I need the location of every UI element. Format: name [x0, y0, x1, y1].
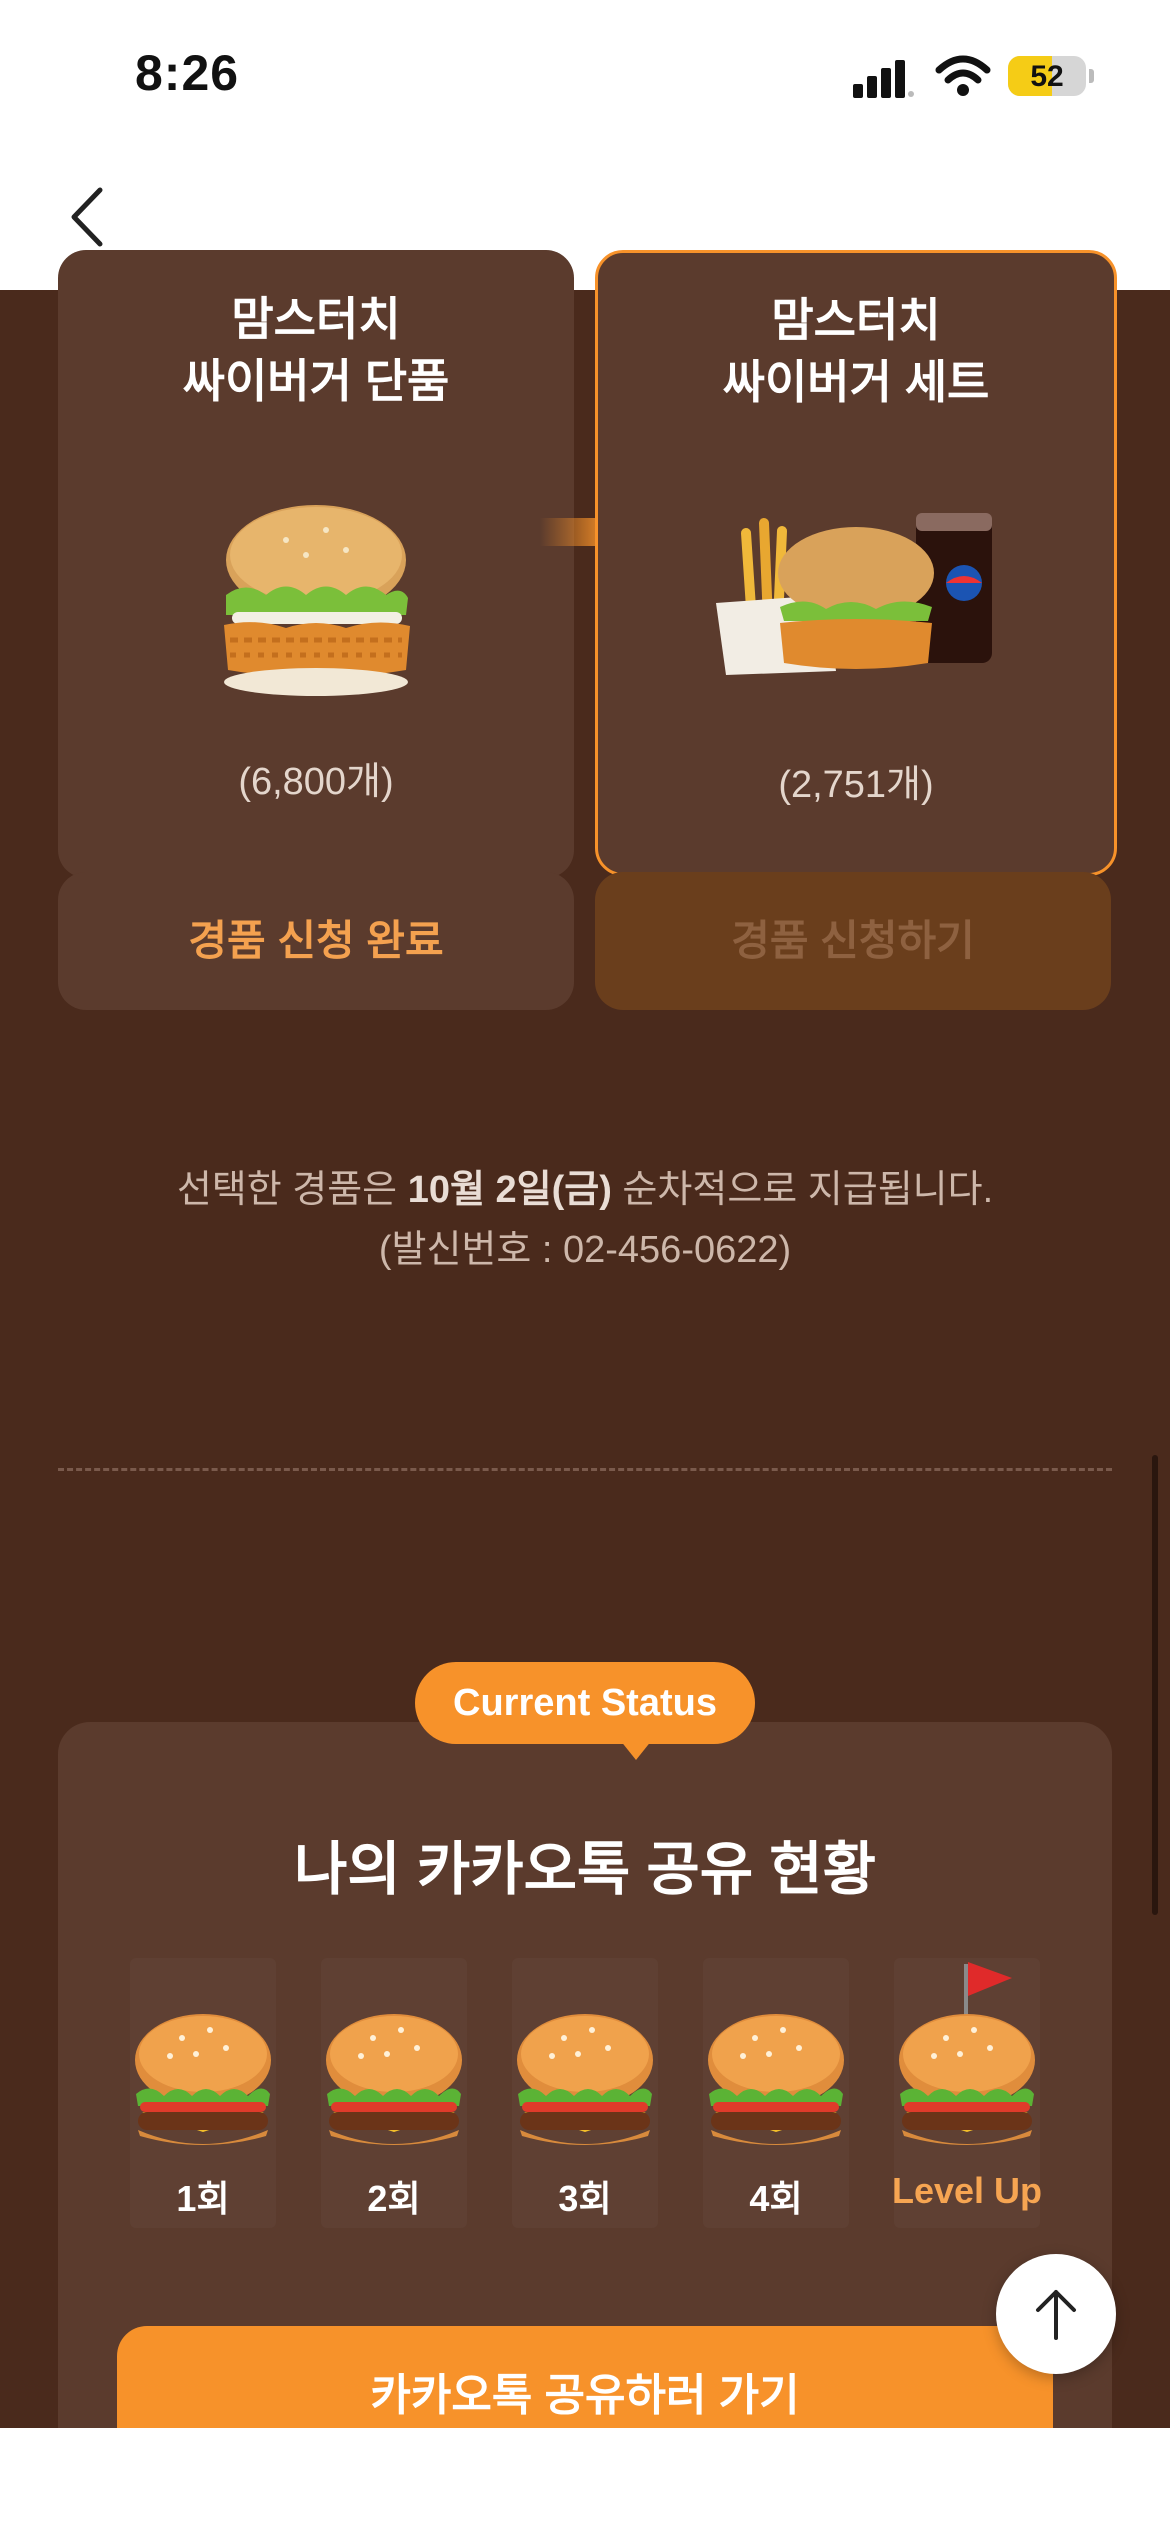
burger-icon	[708, 2014, 844, 2145]
burger-icon	[899, 1962, 1035, 2145]
prize-title-line2: 싸이버거 단품	[182, 355, 450, 407]
cellular-signal-icon	[853, 60, 914, 98]
prize-count: (2,751개)	[778, 764, 934, 806]
step-label: 1회	[176, 2178, 230, 2219]
current-status-tag: Current Status	[415, 1662, 755, 1744]
burger-set-image	[716, 513, 992, 675]
burger-icon	[517, 2014, 653, 2145]
step-label: 3회	[558, 2178, 612, 2219]
prize-title-line1: 맘스터치	[771, 294, 941, 346]
share-step-3: 3회	[512, 1958, 658, 2228]
scrollbar[interactable]	[1152, 1455, 1158, 1915]
scroll-to-top-button[interactable]	[996, 2254, 1116, 2374]
prize-applied-button[interactable]: 경품 신청 완료	[58, 872, 574, 1010]
battery-icon: 52	[1008, 56, 1094, 96]
status-bar: 8:26 52	[0, 0, 1170, 150]
prize-count: (6,800개)	[238, 761, 394, 803]
status-tag-pointer	[620, 1740, 652, 1760]
prize-card-single: 맘스터치 싸이버거 단품 (6,800개)	[58, 250, 574, 878]
step-label: Level Up	[891, 2170, 1043, 2211]
prize-apply-button[interactable]: 경품 신청하기	[595, 872, 1111, 1010]
step-label: 2회	[367, 2178, 421, 2219]
back-chevron-icon[interactable]	[62, 182, 122, 252]
status-time: 8:26	[135, 45, 240, 101]
prize-title-line2: 싸이버거 세트	[722, 356, 990, 408]
status-title: 나의 카카오톡 공유 현황	[294, 1837, 876, 1902]
dashed-divider	[58, 1468, 1112, 1471]
battery-level: 52	[1030, 60, 1064, 93]
share-step-2: 2회	[321, 1958, 467, 2228]
prize-title-line1: 맘스터치	[231, 293, 401, 345]
share-step-5: Level Up	[892, 1958, 1042, 2228]
delivery-notice: 선택한 경품은 10월 2일(금) 순차적으로 지급됩니다. (발신번호 : 0…	[0, 1160, 1170, 1280]
burger-icon	[135, 2014, 271, 2145]
burger-icon	[326, 2014, 462, 2145]
wifi-icon	[935, 55, 991, 96]
arrow-up-icon	[1036, 2290, 1076, 2340]
chicken-burger-image	[224, 505, 410, 696]
notice-line2: (발신번호 : 02-456-0622)	[378, 1229, 792, 1271]
share-step-4: 4회	[703, 1958, 849, 2228]
prize-card-set[interactable]: 맘스터치 싸이버거 세트 (2,751개)	[595, 250, 1117, 876]
step-label: 4회	[749, 2178, 803, 2219]
browser-bottom-bar	[0, 2428, 1170, 2532]
notice-line1: 선택한 경품은 10월 2일(금) 순차적으로 지급됩니다.	[176, 1169, 994, 1211]
share-step-1: 1회	[130, 1958, 276, 2228]
